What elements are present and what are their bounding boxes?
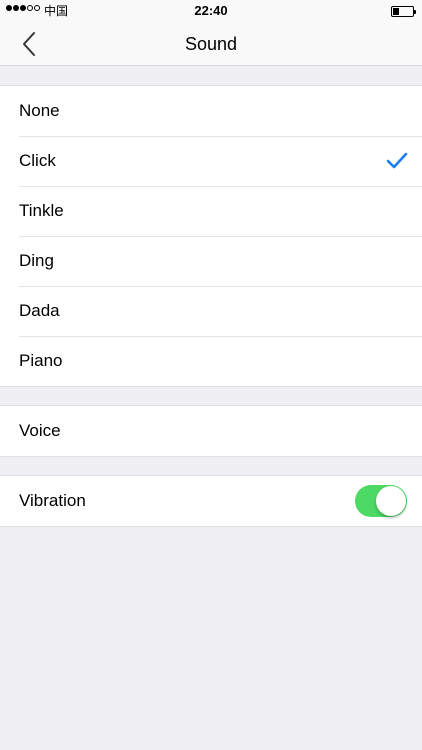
sound-list: None Click Tinkle Ding Dada Piano <box>0 85 422 387</box>
battery-level <box>393 8 399 15</box>
sound-option-label: Tinkle <box>19 201 64 220</box>
sound-option-tinkle[interactable]: Tinkle <box>0 186 422 236</box>
status-bar: 中国 22:40 <box>0 0 422 22</box>
sound-option-piano[interactable]: Piano <box>0 336 422 386</box>
checkmark-icon <box>386 152 408 169</box>
sound-settings-screen: 中国 22:40 Sound None Click Tinkle Ding Da… <box>0 0 422 750</box>
vibration-label: Vibration <box>19 491 86 510</box>
voice-option[interactable]: Voice <box>0 406 422 456</box>
sound-option-label: Ding <box>19 251 54 270</box>
vibration-row: Vibration <box>0 476 422 526</box>
page-title: Sound <box>184 34 238 54</box>
status-time: 22:40 <box>194 3 228 18</box>
vibration-section: Vibration <box>0 475 422 527</box>
sound-option-click[interactable]: Click <box>0 136 422 186</box>
sound-option-label: Click <box>19 151 56 170</box>
sound-option-dada[interactable]: Dada <box>0 286 422 336</box>
voice-section: Voice <box>0 405 422 457</box>
top-bar: 中国 22:40 Sound <box>0 0 422 66</box>
voice-label: Voice <box>19 421 61 440</box>
sound-option-none[interactable]: None <box>0 86 422 136</box>
vibration-toggle[interactable] <box>355 485 407 517</box>
sound-option-label: Dada <box>19 301 60 320</box>
sound-option-ding[interactable]: Ding <box>0 236 422 286</box>
toggle-knob <box>376 486 406 516</box>
sound-option-label: Piano <box>19 351 63 370</box>
navigation-bar: Sound <box>0 22 422 66</box>
sound-option-label: None <box>19 101 60 120</box>
battery-icon <box>391 6 416 17</box>
